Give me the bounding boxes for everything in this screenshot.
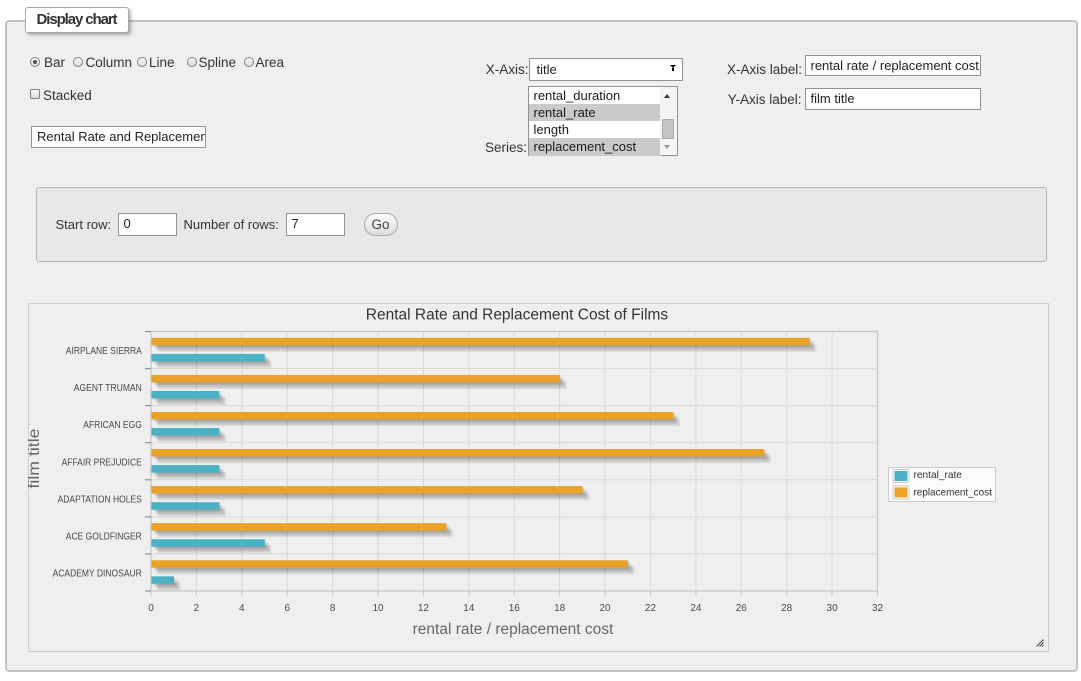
svg-text:30: 30: [826, 603, 838, 614]
svg-text:14: 14: [463, 603, 475, 614]
svg-text:10: 10: [372, 603, 384, 614]
svg-text:4: 4: [239, 603, 245, 614]
svg-text:12: 12: [417, 603, 429, 614]
svg-text:28: 28: [781, 603, 793, 614]
svg-text:AGENT TRUMAN: AGENT TRUMAN: [73, 382, 141, 394]
svg-text:ACADEMY DINOSAUR: ACADEMY DINOSAUR: [52, 567, 142, 579]
svg-text:24: 24: [690, 603, 702, 614]
svg-text:2: 2: [193, 603, 199, 614]
svg-text:16: 16: [508, 603, 520, 614]
svg-text:rental_rate: rental_rate: [913, 469, 962, 481]
svg-text:rental rate / replacement cost: rental rate / replacement cost: [412, 621, 613, 638]
svg-text:ACE GOLDFINGER: ACE GOLDFINGER: [65, 530, 141, 542]
svg-text:AFRICAN EGG: AFRICAN EGG: [83, 419, 142, 431]
svg-text:8: 8: [329, 603, 335, 614]
svg-text:32: 32: [871, 603, 883, 614]
svg-text:replacement_cost: replacement_cost: [913, 486, 991, 498]
svg-text:6: 6: [284, 603, 290, 614]
svg-text:AIRPLANE SIERRA: AIRPLANE SIERRA: [65, 345, 141, 357]
svg-text:22: 22: [644, 603, 656, 614]
svg-text:20: 20: [599, 603, 611, 614]
svg-text:AFFAIR PREJUDICE: AFFAIR PREJUDICE: [61, 456, 141, 468]
svg-text:0: 0: [148, 603, 154, 614]
svg-text:ADAPTATION HOLES: ADAPTATION HOLES: [57, 493, 141, 505]
svg-text:film title: film title: [28, 428, 43, 488]
svg-text:26: 26: [735, 603, 747, 614]
svg-text:Rental Rate and Replacement Co: Rental Rate and Replacement Cost of Film…: [365, 306, 668, 323]
svg-text:18: 18: [554, 603, 566, 614]
